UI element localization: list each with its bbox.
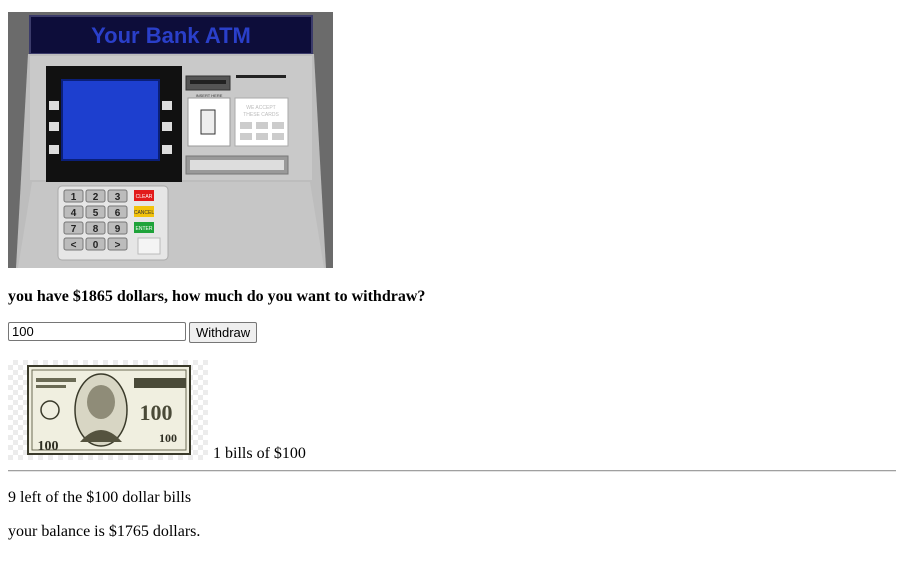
bill-denomination-corner: 100 xyxy=(38,439,59,454)
atm-key-label: 5 xyxy=(93,208,99,219)
atm-key-label: 9 xyxy=(115,224,121,235)
atm-key-label: 8 xyxy=(93,224,99,235)
withdraw-button[interactable]: Withdraw xyxy=(189,322,258,343)
withdraw-prompt: you have $1865 dollars, how much do you … xyxy=(8,288,426,305)
hundred-dollar-bill-image: 100 100 100 xyxy=(8,360,208,460)
bills-count-text: 1 bills of $100 xyxy=(213,445,306,462)
we-accept-label: WE ACCEPT xyxy=(246,105,275,111)
atm-key-label: 3 xyxy=(115,192,121,203)
cancel-key-label: CANCEL xyxy=(134,210,155,216)
these-cards-label: THESE CARDS xyxy=(243,112,279,118)
atm-key-label: 1 xyxy=(71,192,77,203)
insert-here-label: INSERT HERE xyxy=(196,93,223,98)
bill-denomination-center: 100 xyxy=(140,400,173,425)
amount-input[interactable] xyxy=(8,322,186,341)
enter-key-label: ENTER xyxy=(136,226,153,232)
atm-key-label: < xyxy=(71,240,77,251)
divider xyxy=(8,470,896,472)
atm-key-label: 6 xyxy=(115,208,121,219)
balance-text: your balance is $1765 dollars. xyxy=(8,523,201,540)
atm-illustration: Your Bank ATM INSERT HERE WE ACCEPT THES… xyxy=(8,12,333,268)
atm-key-label: 7 xyxy=(71,224,77,235)
remaining-bills-text: 9 left of the $100 dollar bills xyxy=(8,489,192,506)
bill-denomination-corner-right: 100 xyxy=(159,431,177,445)
clear-key-label: CLEAR xyxy=(136,194,153,200)
atm-key-label: 2 xyxy=(93,192,99,203)
atm-key-label: > xyxy=(115,240,121,251)
atm-sign-text: Your Bank ATM xyxy=(91,23,251,48)
atm-key-label: 4 xyxy=(71,208,77,219)
atm-key-label: 0 xyxy=(93,240,99,251)
